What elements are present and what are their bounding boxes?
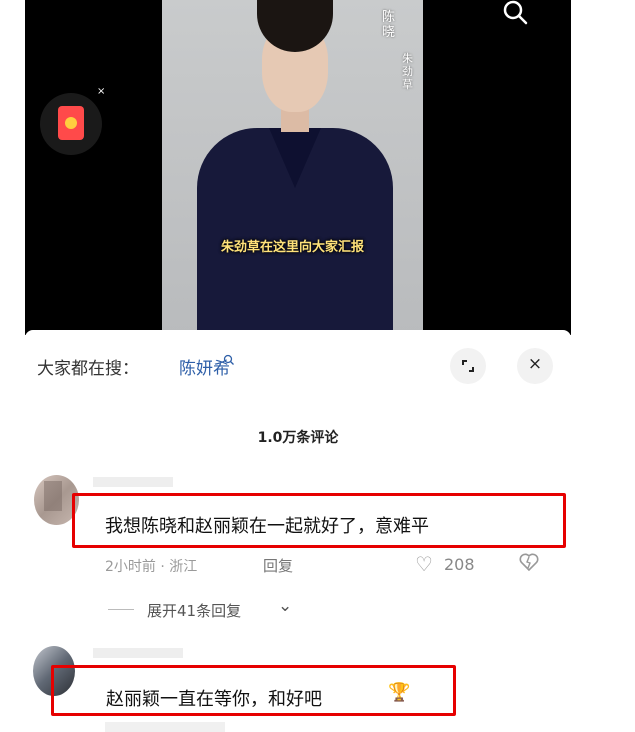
reply-button[interactable]: 回复: [263, 555, 293, 576]
red-packet-button[interactable]: [40, 93, 102, 155]
chevron-down-icon[interactable]: ⌄: [278, 596, 292, 616]
close-button[interactable]: ×: [517, 348, 553, 384]
username-blurred: [93, 648, 183, 658]
expand-icon: [462, 360, 474, 372]
expand-replies-button[interactable]: 展开41条回复: [147, 600, 241, 621]
video-vertical-subtitle: 朱劲草: [402, 52, 413, 91]
red-packet-coin: [65, 117, 77, 129]
comment-count: 1.0万条评论: [257, 430, 339, 446]
like-count: 208: [444, 555, 475, 574]
divider: [108, 609, 134, 610]
dislike-icon[interactable]: [518, 551, 540, 578]
red-packet-close-button[interactable]: ×: [97, 86, 105, 97]
heart-icon[interactable]: ♡: [415, 552, 433, 576]
red-packet-icon: [58, 106, 84, 140]
comment-time-location: 2小时前 · 浙江: [105, 559, 198, 575]
close-icon: ×: [527, 354, 543, 374]
comments-sheet: 大家都在搜： 陈妍希 × 1.0万条评论 我想陈晓和赵丽颖在一起就好了，意难平 …: [25, 330, 571, 732]
video-player[interactable]: 陈晓 朱劲草 朱劲草在这里向大家汇报 ×: [25, 0, 571, 335]
hot-search-icon: [223, 354, 235, 371]
video-vertical-title: 陈晓: [382, 10, 396, 40]
video-frame: 陈晓 朱劲草 朱劲草在这里向大家汇报: [162, 0, 423, 335]
comment-meta-blurred: [105, 722, 225, 732]
hot-search-label: 大家都在搜：: [37, 359, 139, 379]
search-icon: [503, 0, 528, 25]
username-blurred: [93, 477, 173, 487]
expand-button[interactable]: [450, 348, 486, 384]
search-button[interactable]: [495, 0, 535, 30]
highlight-box: [72, 493, 566, 548]
highlight-box: [51, 665, 456, 716]
video-caption: 朱劲草在这里向大家汇报: [220, 240, 364, 255]
